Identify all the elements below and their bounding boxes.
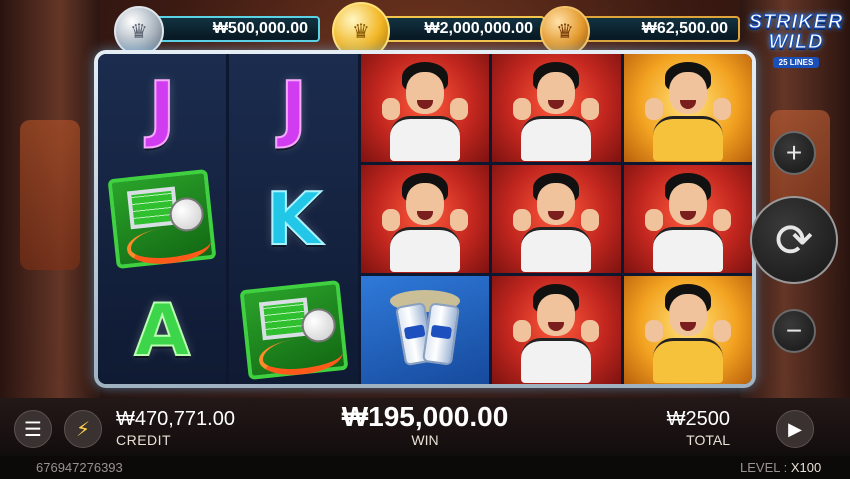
player-icon bbox=[380, 58, 470, 161]
level-indicator: LEVEL : X100 bbox=[740, 460, 821, 475]
symbol-j: J bbox=[98, 54, 226, 162]
total-bet-value: ₩2500 bbox=[666, 408, 730, 430]
spin-icon: ⟳ bbox=[774, 214, 814, 266]
reel-1: J A bbox=[98, 54, 227, 384]
level-label: LEVEL : bbox=[740, 460, 788, 475]
logo-lines-badge: 25 LINES bbox=[772, 57, 820, 68]
symbol-k: K bbox=[229, 165, 357, 273]
increase-bet-button[interactable]: + bbox=[772, 131, 816, 175]
hamburger-icon: ☰ bbox=[24, 418, 42, 441]
player-icon bbox=[643, 169, 733, 272]
minus-icon: − bbox=[785, 315, 803, 346]
player-icon bbox=[380, 169, 470, 272]
player-icon bbox=[511, 58, 601, 161]
bronze-crown-medal-icon: ♛ bbox=[540, 6, 590, 56]
symbol-wild-goal bbox=[229, 276, 357, 384]
symbol-player bbox=[492, 276, 621, 384]
logo-text-line1: STRIKER bbox=[748, 11, 844, 33]
lightning-icon: ⚡ bbox=[75, 418, 91, 441]
logo-text-line2: WILD bbox=[768, 31, 824, 53]
decrease-bet-button[interactable]: − bbox=[772, 309, 816, 353]
background-left bbox=[0, 0, 100, 400]
player-icon bbox=[511, 280, 601, 383]
goal-wild-icon bbox=[239, 280, 349, 380]
plus-icon: + bbox=[785, 137, 803, 168]
player-icon bbox=[511, 169, 601, 272]
win-value: ₩195,000.00 bbox=[341, 401, 509, 432]
jackpot-bar: ₩500,000.00 ₩2,000,000.00 ₩62,500.00 ♛ ♛… bbox=[110, 2, 740, 60]
reel-grid: J A J K bbox=[98, 54, 752, 384]
reel-4 bbox=[492, 54, 621, 384]
footer-bar bbox=[0, 456, 850, 479]
autoplay-button[interactable]: ▶ bbox=[776, 410, 814, 448]
credit-value: ₩470,771.00 bbox=[116, 408, 235, 430]
symbol-player-gold bbox=[623, 54, 752, 162]
drink-cans-icon bbox=[380, 290, 470, 370]
symbol-drink-cans bbox=[360, 276, 490, 384]
session-id: 676947276393 bbox=[36, 460, 123, 475]
symbol-wild-goal bbox=[98, 165, 226, 273]
level-value: X100 bbox=[790, 460, 822, 475]
jackpot-bronze-amount: ₩62,500.00 bbox=[570, 16, 740, 42]
credit-label: CREDIT bbox=[116, 432, 172, 448]
symbol-player bbox=[492, 165, 621, 273]
symbol-player-gold bbox=[623, 276, 752, 384]
menu-button[interactable]: ☰ bbox=[14, 410, 52, 448]
symbol-player bbox=[623, 165, 752, 273]
background-jersey bbox=[20, 120, 80, 270]
goal-wild-icon bbox=[107, 169, 217, 269]
spin-button[interactable]: ⟳ bbox=[750, 196, 838, 284]
symbol-letter: J bbox=[279, 66, 308, 150]
total-bet-label: TOTAL bbox=[686, 432, 730, 448]
symbol-letter: J bbox=[148, 66, 177, 150]
symbol-j: J bbox=[229, 54, 357, 162]
symbol-player bbox=[360, 54, 490, 162]
symbol-a: A bbox=[98, 276, 226, 384]
reel-5 bbox=[623, 54, 752, 384]
reels-frame: J A J K bbox=[94, 50, 756, 388]
turbo-button[interactable]: ⚡ bbox=[64, 410, 102, 448]
reel-3 bbox=[360, 54, 490, 384]
silver-crown-medal-icon: ♛ bbox=[114, 6, 164, 56]
symbol-player bbox=[492, 54, 621, 162]
player-icon bbox=[643, 58, 733, 161]
win-label: WIN bbox=[411, 432, 439, 448]
autoplay-icon: ▶ bbox=[788, 418, 802, 439]
symbol-player bbox=[360, 165, 490, 273]
reel-2: J K bbox=[229, 54, 358, 384]
game-logo: STRIKER WILD 25 LINES bbox=[748, 12, 844, 74]
symbol-letter: K bbox=[265, 177, 323, 261]
player-icon bbox=[643, 280, 733, 383]
symbol-letter: A bbox=[133, 288, 191, 372]
